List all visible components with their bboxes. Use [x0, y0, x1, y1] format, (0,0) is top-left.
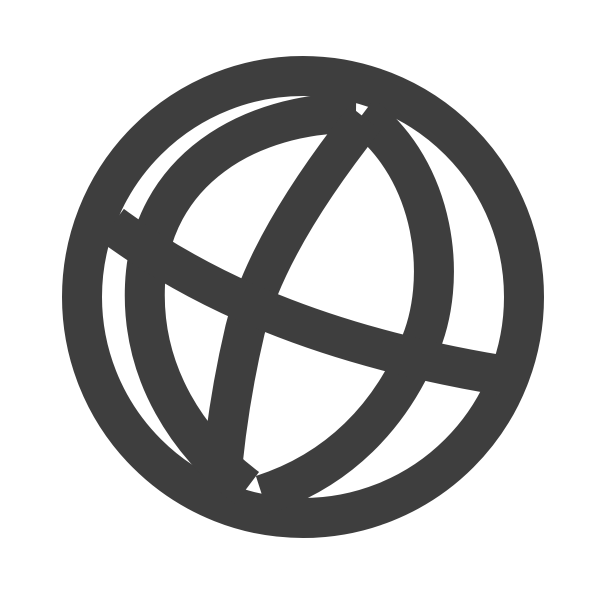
globe-icon — [62, 56, 544, 538]
icon-canvas — [0, 0, 594, 596]
